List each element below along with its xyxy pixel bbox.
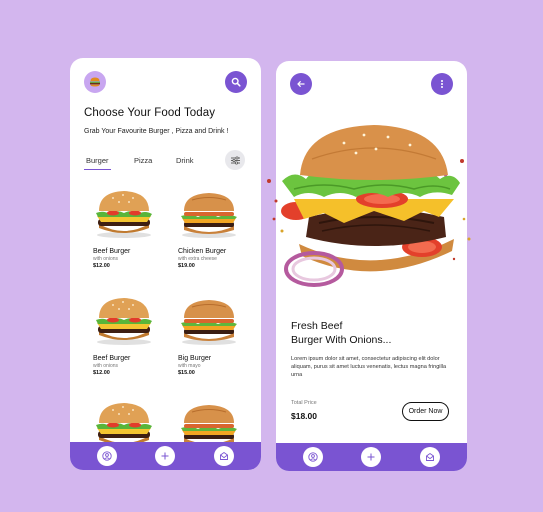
food-image: [180, 192, 238, 239]
bottom-nav: [276, 443, 467, 471]
tab-drink[interactable]: Drink: [176, 156, 194, 165]
food-desc: with onions: [93, 363, 119, 369]
user-icon: [102, 451, 112, 461]
nav-profile-button[interactable]: [303, 447, 323, 467]
order-now-button[interactable]: Order Now: [402, 402, 449, 421]
nav-add-button[interactable]: [155, 446, 175, 466]
more-options-button[interactable]: [431, 73, 453, 95]
food-desc: with extra cheese: [178, 256, 217, 262]
food-list-screen: Choose Your Food Today Grab Your Favouri…: [70, 58, 261, 470]
food-price: $15.00: [178, 370, 195, 376]
food-card[interactable]: Chicken Burger with extra cheese $19.00: [178, 186, 248, 269]
arrow-left-icon: [297, 80, 305, 88]
food-image: [96, 298, 152, 345]
food-name: Big Burger: [178, 355, 212, 362]
sliders-icon: [230, 155, 240, 165]
nav-messages-button[interactable]: [214, 446, 234, 466]
menu-button[interactable]: [84, 71, 106, 93]
food-desc: with mayo: [178, 363, 201, 369]
food-card[interactable]: Beef Burger with onions $12.00: [93, 293, 163, 376]
back-button[interactable]: [290, 73, 312, 95]
dish-title: Fresh Beef Burger With Onions...: [291, 319, 451, 347]
tab-pizza[interactable]: Pizza: [134, 156, 152, 165]
food-image: [96, 191, 152, 238]
food-name: Beef Burger: [93, 248, 131, 255]
food-price: $12.00: [93, 370, 110, 376]
search-icon: [231, 77, 241, 87]
search-button[interactable]: [225, 71, 247, 93]
hero-burger-image: [267, 125, 471, 287]
food-card[interactable]: Beef Burger with onions $12.00: [93, 186, 163, 269]
food-image: [180, 299, 238, 346]
food-name: Chicken Burger: [178, 248, 227, 255]
category-tabs: Burger Pizza Drink: [84, 156, 246, 174]
food-detail-screen: Fresh Beef Burger With Onions... Lorem i…: [267, 61, 471, 471]
plus-icon: [367, 453, 375, 461]
food-desc: with onions: [93, 256, 119, 262]
page-title: Choose Your Food Today: [84, 107, 216, 119]
mail-icon: [220, 451, 228, 460]
dish-title-line-1: Fresh Beef: [291, 320, 343, 332]
food-card[interactable]: Big Burger with mayo $15.00: [178, 293, 248, 376]
total-price-value: $18.00: [291, 411, 317, 421]
more-vertical-icon: [441, 80, 443, 88]
food-price: $12.00: [93, 263, 110, 269]
nav-messages-button[interactable]: [420, 447, 440, 467]
mail-icon: [426, 452, 434, 461]
dish-description: Lorem ipsum dolor sit amet, consectetur …: [291, 356, 447, 378]
food-price: $19.00: [178, 263, 195, 269]
burger-icon: [90, 77, 100, 87]
tab-burger[interactable]: Burger: [84, 156, 110, 170]
page-subtitle: Grab Your Favourite Burger , Pizza and D…: [84, 128, 229, 135]
food-name: Beef Burger: [93, 355, 131, 362]
filter-button[interactable]: [225, 150, 245, 170]
bottom-nav: [70, 442, 261, 470]
dish-title-line-2: Burger With Onions...: [291, 334, 392, 346]
total-price-label: Total Price: [291, 400, 317, 406]
user-icon: [308, 452, 318, 462]
nav-add-button[interactable]: [361, 447, 381, 467]
plus-icon: [161, 452, 169, 460]
nav-profile-button[interactable]: [97, 446, 117, 466]
